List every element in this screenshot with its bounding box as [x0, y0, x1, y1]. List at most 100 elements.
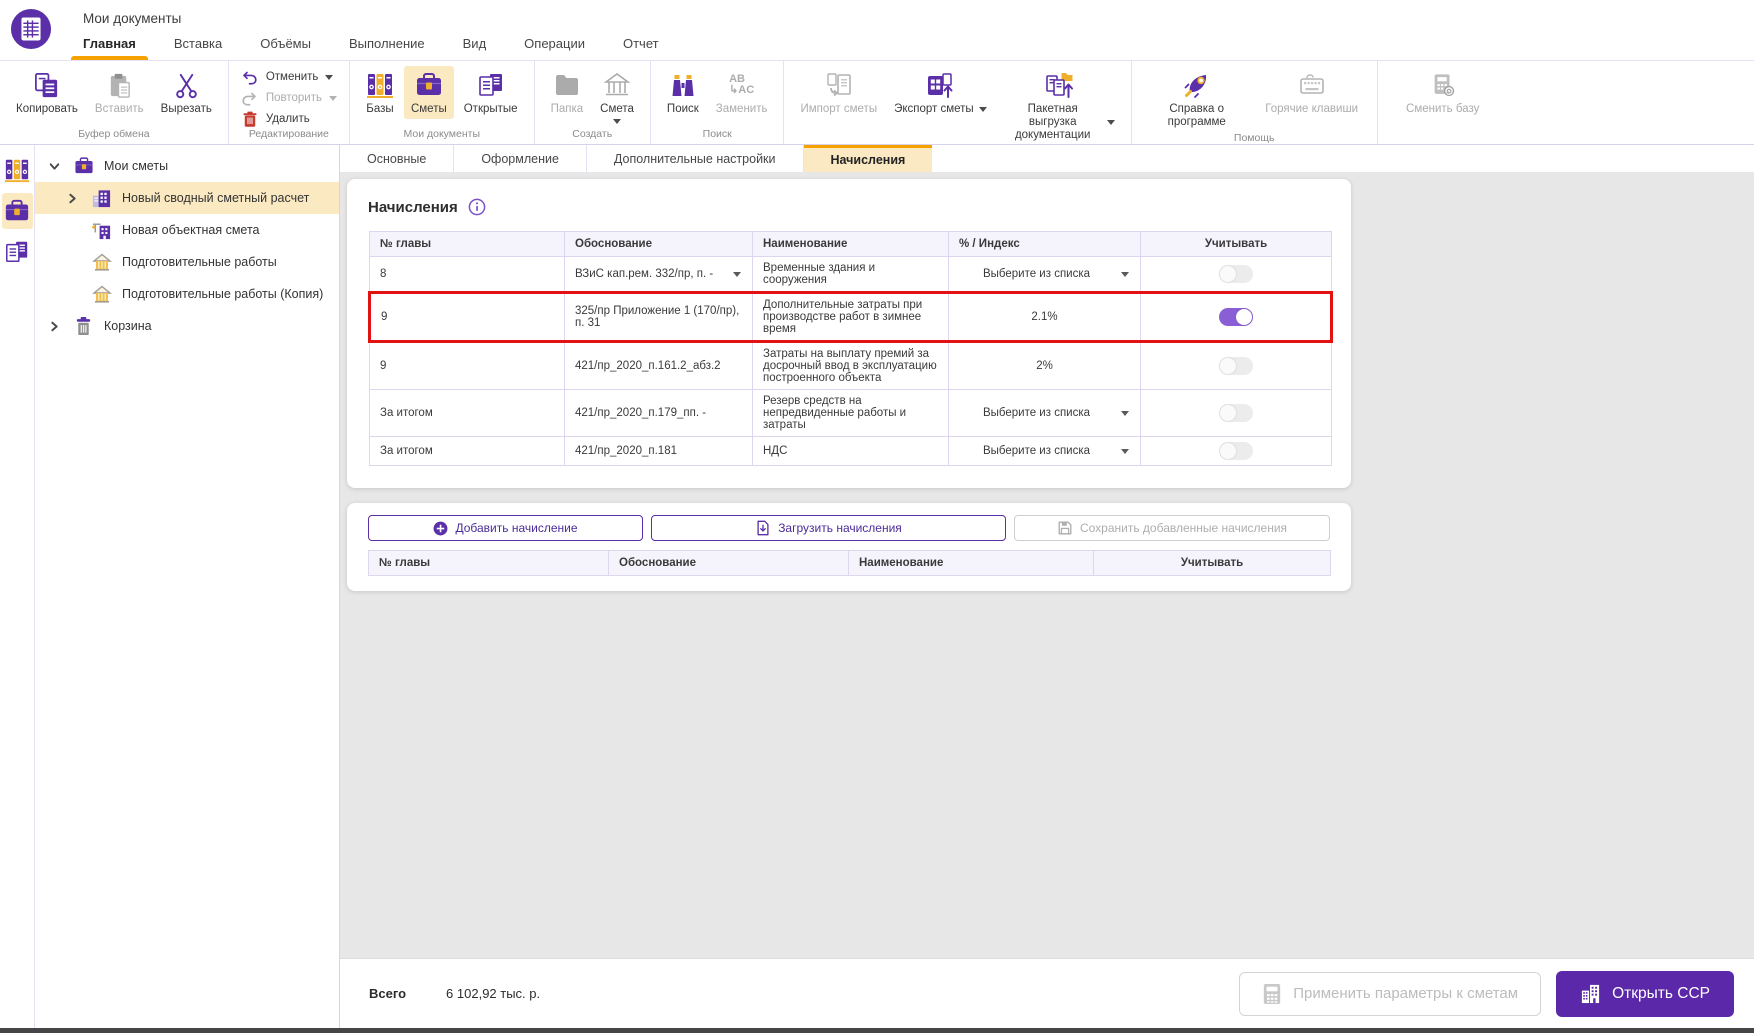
accruals-panel: Начисления № главы Обоснование Наименова… [347, 179, 1351, 488]
include-toggle[interactable] [1219, 308, 1253, 326]
estimate-create-button[interactable]: Смета [593, 66, 641, 127]
about-button[interactable]: Справка о программе [1141, 66, 1253, 132]
chevron-down-icon[interactable] [613, 119, 621, 124]
main-content: Основные Оформление Дополнительные настр… [340, 145, 1754, 1028]
ribbon-tab-obyomy[interactable]: Объёмы [241, 29, 330, 60]
chevron-down-icon[interactable] [1107, 120, 1115, 125]
search-button[interactable]: Поиск [660, 66, 706, 119]
save-accruals-button[interactable]: Сохранить добавленные начисления [1014, 515, 1330, 541]
crane-building-icon [91, 220, 112, 241]
tree-item-my-estimates[interactable]: Мои сметы [35, 150, 339, 182]
batch-export-button[interactable]: Пакетная выгрузка документации [997, 66, 1122, 146]
group-label-documents: Мои документы [350, 128, 534, 144]
ribbon-tab-otchet[interactable]: Отчет [604, 29, 678, 60]
titlebar: Мои документы Главная Вставка Объёмы Вып… [0, 0, 1754, 60]
briefcase-icon [4, 198, 30, 224]
tab-oformlenie[interactable]: Оформление [454, 145, 587, 172]
cell-name: НДС [753, 437, 949, 466]
chevron-right-icon[interactable] [65, 191, 79, 205]
hotkeys-button[interactable]: Горячие клавиши [1256, 66, 1368, 119]
export-estimate-button[interactable]: Экспорт сметы [887, 66, 994, 119]
import-icon [825, 70, 853, 100]
tab-dop-nastroyki[interactable]: Дополнительные настройки [587, 145, 804, 172]
col-header-index: % / Индекс [949, 232, 1141, 257]
add-accrual-button[interactable]: Добавить начисление [368, 515, 643, 541]
house-icon [91, 284, 112, 305]
chevron-down-icon[interactable] [979, 107, 987, 112]
binders-icon [4, 157, 30, 183]
strip-opened-button[interactable] [2, 234, 33, 270]
strip-bases-button[interactable] [2, 152, 33, 188]
paste-button[interactable]: Вставить [88, 66, 151, 119]
ribbon-tab-glavnaya[interactable]: Главная [64, 29, 155, 60]
opened-button[interactable]: Открытые [457, 66, 525, 119]
calculator-refresh-icon [1430, 70, 1456, 100]
tab-nachisleniya[interactable]: Начисления [804, 145, 933, 172]
replace-button[interactable]: AB↳ACЗаменить [709, 66, 775, 119]
chevron-right-icon[interactable] [47, 319, 61, 333]
index-value[interactable]: 2.1% [949, 293, 1141, 342]
tree-item-summary-estimate[interactable]: Новый сводный сметный расчет [35, 182, 339, 214]
tree-item-preparatory-works[interactable]: Подготовительные работы [35, 246, 339, 278]
folder-button[interactable]: Папка [544, 66, 591, 119]
ribbon-tab-vypolnenie[interactable]: Выполнение [330, 29, 444, 60]
ribbon-tab-operacii[interactable]: Операции [505, 29, 604, 60]
documents-icon [477, 70, 505, 100]
ribbon-tab-vstavka[interactable]: Вставка [155, 29, 241, 60]
file-download-icon [755, 520, 771, 536]
group-label-search: Поиск [651, 128, 784, 144]
ribbon-tab-vid[interactable]: Вид [444, 29, 506, 60]
index-dropdown[interactable]: Выберите из списка [949, 437, 1141, 466]
undo-button[interactable]: Отменить [241, 68, 337, 86]
col-header-basis: Обоснование [565, 232, 753, 257]
apply-parameters-button[interactable]: Применить параметры к сметам [1239, 972, 1541, 1016]
cell-basis: 421/пр_2020_п.179_пп. - [565, 390, 753, 437]
documents-icon [4, 239, 30, 265]
tree-item-recycle-bin[interactable]: Корзина [35, 310, 339, 342]
cut-button[interactable]: Вырезать [154, 66, 219, 119]
window-bottom-edge [0, 1028, 1754, 1033]
basis-dropdown[interactable]: ВЗиС кап.рем. 332/пр, п. - [565, 257, 753, 293]
bases-button[interactable]: Базы [359, 66, 401, 119]
cell-include [1141, 342, 1332, 390]
index-dropdown[interactable]: Выберите из списка [949, 390, 1141, 437]
chevron-down-icon [1121, 272, 1129, 277]
group-label-clipboard: Буфер обмена [0, 128, 228, 144]
summary-building-icon [91, 188, 112, 209]
col-header-name: Наименование [753, 232, 949, 257]
load-accruals-button[interactable]: Загрузить начисления [651, 515, 1006, 541]
strip-estimates-button[interactable] [2, 193, 33, 229]
copy-button[interactable]: Копировать [9, 66, 85, 119]
group-label-create: Создать [535, 128, 650, 144]
undo-icon [241, 68, 259, 86]
redo-button[interactable]: Повторить [241, 89, 337, 107]
group-my-documents: Базы Сметы Открытые Мои документы [350, 61, 535, 144]
document-tab-bar: Основные Оформление Дополнительные настр… [340, 145, 1754, 172]
include-toggle[interactable] [1219, 265, 1253, 283]
tree-item-preparatory-works-copy[interactable]: Подготовительные работы (Копия) [35, 278, 339, 310]
view-switcher-strip [0, 145, 35, 1028]
col-header-include: Учитывать [1094, 551, 1331, 576]
delete-button[interactable]: Удалить [241, 110, 337, 128]
include-toggle[interactable] [1219, 404, 1253, 422]
app-logo-icon [10, 8, 52, 50]
group-label-editing: Редактирование [229, 128, 349, 144]
index-dropdown[interactable]: Выберите из списка [949, 257, 1141, 293]
replace-icon: AB↳AC [729, 70, 754, 100]
chevron-down-icon[interactable] [47, 159, 61, 173]
chevron-down-icon[interactable] [325, 75, 333, 80]
include-toggle[interactable] [1219, 442, 1253, 460]
tree-item-object-estimate[interactable]: Новая объектная смета [35, 214, 339, 246]
open-ssr-button[interactable]: Открыть ССР [1556, 971, 1734, 1017]
index-value[interactable]: 2% [949, 342, 1141, 390]
cell-name: Временные здания и сооружения [753, 257, 949, 293]
chevron-down-icon[interactable] [329, 96, 337, 101]
estimates-button[interactable]: Сметы [404, 66, 454, 119]
info-icon[interactable] [468, 198, 486, 216]
tab-osnovnye[interactable]: Основные [340, 145, 454, 172]
include-toggle[interactable] [1219, 357, 1253, 375]
export-icon [926, 70, 954, 100]
import-estimate-button[interactable]: Импорт сметы [793, 66, 884, 119]
change-database-button[interactable]: Сменить базу [1387, 66, 1499, 119]
redo-icon [241, 89, 259, 107]
